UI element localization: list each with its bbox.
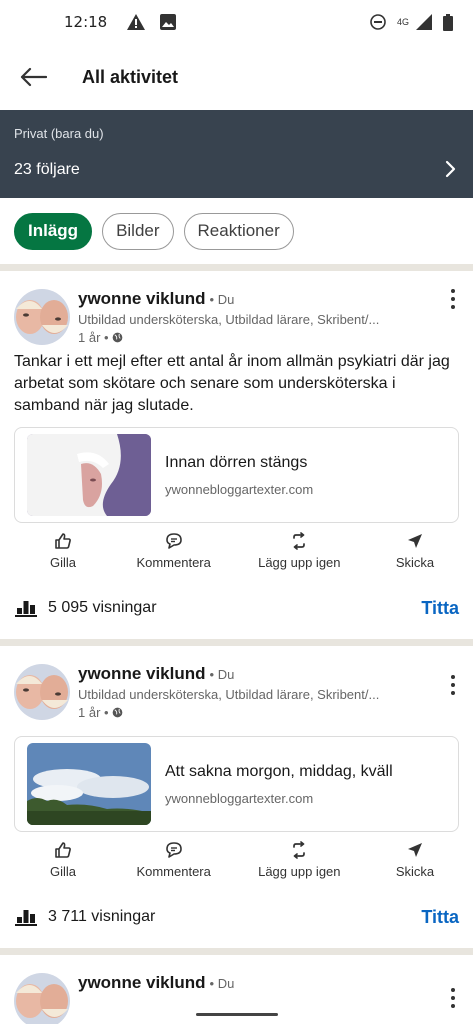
author-you-badge: • Du — [209, 667, 235, 682]
dnd-icon — [369, 13, 387, 31]
action-bar: Gilla Kommentera Lägg upp igen Skicka — [14, 523, 459, 577]
send-button[interactable]: Skicka — [375, 531, 455, 570]
repost-label: Lägg upp igen — [258, 554, 341, 570]
avatar[interactable] — [14, 289, 70, 345]
send-button[interactable]: Skicka — [375, 840, 455, 879]
thumbs-up-icon — [53, 531, 73, 551]
comment-icon — [164, 531, 184, 551]
followers-count: 23 följare — [14, 161, 80, 178]
like-label: Gilla — [49, 863, 76, 879]
filter-chips: Inlägg Bilder Reaktioner — [0, 198, 473, 264]
article-title: Innan dörren stängs — [165, 453, 308, 471]
like-button[interactable]: Gilla — [18, 840, 108, 879]
view-analytics-link[interactable]: Titta — [421, 907, 459, 928]
comment-label: Kommentera — [136, 863, 211, 879]
bar-chart-icon — [15, 601, 37, 617]
warning-icon — [127, 13, 146, 31]
article-thumbnail — [27, 434, 151, 516]
bar-chart-icon — [15, 910, 37, 926]
chip-inlagg[interactable]: Inlägg — [14, 212, 93, 250]
back-button[interactable] — [16, 60, 50, 94]
section-divider — [0, 639, 473, 646]
view-analytics-link[interactable]: Titta — [421, 598, 459, 619]
post-text: Tankar i ett mejl efter ett antal år ino… — [14, 353, 450, 414]
article-domain: ywonnebloggartexter.com — [165, 481, 314, 497]
visibility-label: Privat (bara du) — [14, 126, 104, 141]
post-card: ywonne viklund • Du Utbildad undersköter… — [0, 646, 473, 948]
views-count: 5 095 visningar — [48, 599, 157, 616]
post-stats: 3 711 visningar Titta — [14, 886, 459, 948]
author-headline: Utbildad undersköterska, Utbildad lärare… — [78, 312, 380, 327]
article-link-card[interactable]: Innan dörren stängs ywonnebloggartexter.… — [14, 427, 459, 523]
arrow-left-icon — [20, 67, 47, 87]
post-age-text: 1 år • — [78, 705, 109, 720]
page-title: All aktivitet — [82, 66, 179, 87]
author-headline: Utbildad undersköterska, Utbildad lärare… — [78, 687, 380, 702]
repost-icon — [289, 840, 309, 860]
globe-icon — [112, 707, 122, 718]
article-title: Att sakna morgon, middag, kväll — [165, 762, 393, 780]
post-menu-button[interactable] — [447, 988, 459, 1008]
section-divider — [0, 948, 473, 955]
post-age-text: 1 år • — [78, 330, 109, 345]
article-thumbnail — [27, 743, 151, 825]
image-icon — [159, 13, 177, 31]
avatar[interactable] — [14, 664, 70, 720]
network-label: 4G — [396, 17, 409, 27]
status-time: 12:18 — [64, 13, 108, 31]
action-bar: Gilla Kommentera Lägg upp igen Skicka — [14, 832, 459, 886]
repost-label: Lägg upp igen — [258, 863, 341, 879]
thumbs-up-icon — [53, 840, 73, 860]
author-name[interactable]: ywonne viklund — [78, 973, 206, 993]
author-you-badge: • Du — [209, 292, 235, 307]
views-count: 3 711 visningar — [48, 908, 156, 925]
post-age: 1 år • — [78, 330, 459, 345]
globe-icon — [112, 332, 122, 343]
home-indicator[interactable] — [196, 1013, 278, 1016]
section-divider — [0, 264, 473, 271]
comment-label: Kommentera — [136, 554, 211, 570]
app-header: All aktivitet — [0, 44, 473, 110]
repost-button[interactable]: Lägg upp igen — [239, 840, 359, 879]
comment-button[interactable]: Kommentera — [124, 840, 224, 879]
post-card: ywonne viklund • Du Utbildad undersköter… — [0, 271, 473, 639]
post-stats: 5 095 visningar Titta — [14, 577, 459, 639]
post-menu-button[interactable] — [447, 289, 459, 309]
author-name[interactable]: ywonne viklund — [78, 289, 206, 309]
signal-icon — [415, 13, 433, 31]
comment-button[interactable]: Kommentera — [124, 531, 224, 570]
article-domain: ywonnebloggartexter.com — [165, 790, 314, 806]
privacy-banner[interactable]: Privat (bara du) 23 följare — [0, 110, 473, 198]
send-icon — [405, 840, 425, 860]
battery-icon — [439, 13, 457, 31]
send-label: Skicka — [395, 554, 435, 570]
repost-button[interactable]: Lägg upp igen — [239, 531, 359, 570]
author-name[interactable]: ywonne viklund — [78, 664, 206, 684]
author-you-badge: • Du — [209, 976, 235, 991]
status-bar: 12:18 4G — [0, 0, 473, 44]
article-link-card[interactable]: Att sakna morgon, middag, kväll ywonnebl… — [14, 736, 459, 832]
like-label: Gilla — [49, 554, 76, 570]
like-button[interactable]: Gilla — [18, 531, 108, 570]
post-age: 1 år • — [78, 705, 459, 720]
chevron-right-icon — [445, 160, 456, 178]
chip-reaktioner[interactable]: Reaktioner — [183, 212, 294, 250]
avatar[interactable] — [14, 973, 70, 1024]
send-icon — [405, 531, 425, 551]
send-label: Skicka — [395, 863, 435, 879]
comment-icon — [164, 840, 184, 860]
chip-bilder[interactable]: Bilder — [102, 212, 174, 250]
post-menu-button[interactable] — [447, 675, 459, 695]
repost-icon — [289, 531, 309, 551]
